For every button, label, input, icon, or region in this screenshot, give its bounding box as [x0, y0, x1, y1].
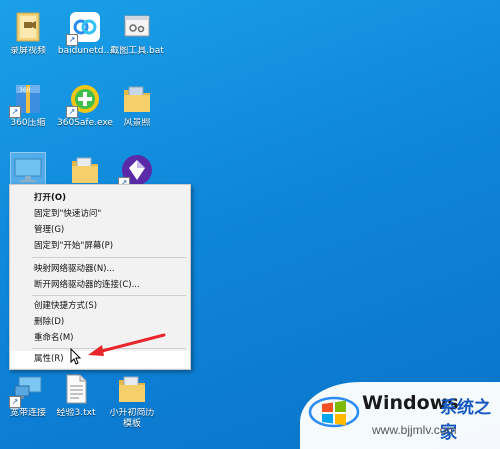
menu-item-open[interactable]: 打开(O) — [10, 190, 190, 207]
windows-logo-icon — [308, 396, 360, 428]
desktop-icon-label: 截图工具.bat — [110, 46, 164, 56]
desktop-icon-screen-recordings[interactable]: 录屏视频 — [0, 10, 56, 57]
folder-icon — [68, 153, 102, 187]
menu-item-pin-quick-access[interactable]: 固定到"快速访问" — [10, 206, 190, 223]
desktop-icon-text-file[interactable]: 经验3.txt — [48, 372, 104, 419]
desktop-icon-label: baidunetd... — [57, 46, 113, 56]
menu-item-manage[interactable]: 管理(G) — [10, 222, 190, 239]
menu-item-delete[interactable]: 删除(D) — [10, 314, 190, 331]
menu-item-pin-start[interactable]: 固定到"开始"屏幕(P) — [10, 238, 190, 255]
watermark-url: www.bjjmlv.com — [372, 423, 457, 437]
desktop-icon-landscape-photos[interactable]: 风景照 — [109, 82, 165, 129]
360-zip-icon: 360 ↗ — [9, 82, 45, 118]
desktop-icon-screenshot-bat[interactable]: 截图工具.bat — [109, 10, 165, 57]
desktop-icon-label: 录屏视频 — [9, 46, 46, 56]
desktop-icon-label: 风景照 — [123, 118, 151, 128]
folder-video-icon — [11, 10, 45, 44]
mouse-cursor-icon — [70, 348, 82, 365]
svg-text:360: 360 — [19, 87, 31, 94]
text-file-icon — [59, 372, 93, 406]
desktop-icon-baidunetdisk[interactable]: ↗ baidunetd... — [57, 10, 113, 57]
folder-icon — [115, 372, 149, 406]
desktop[interactable]: 录屏视频 ↗ baidunetd... 截图工具.bat 360 ↗ 360压缩… — [0, 0, 500, 449]
menu-item-map-network-drive[interactable]: 映射网络驱动器(N)... — [10, 261, 190, 278]
broadband-connection-icon: ↗ — [9, 372, 45, 408]
baidu-netdisk-icon: ↗ — [66, 10, 102, 46]
shortcut-arrow-icon: ↗ — [66, 106, 78, 118]
this-pc-icon — [10, 152, 46, 188]
desktop-icon-label: 360压缩 — [10, 118, 46, 128]
desktop-icon-resume-templates[interactable]: 小升初简历模板 — [104, 372, 160, 430]
desktop-icon-360safe[interactable]: ↗ 360Safe.exe — [57, 82, 113, 129]
menu-separator — [32, 257, 186, 258]
menu-item-disconnect-network-drive[interactable]: 断开网络驱动器的连接(C)... — [10, 277, 190, 294]
desktop-icon-360zip[interactable]: 360 ↗ 360压缩 — [0, 82, 56, 129]
menu-separator — [32, 295, 186, 296]
shortcut-arrow-icon: ↗ — [66, 34, 78, 46]
menu-item-create-shortcut[interactable]: 创建快捷方式(S) — [10, 298, 190, 315]
desktop-icon-label: 360Safe.exe — [57, 118, 113, 128]
360-safe-icon: ↗ — [66, 82, 102, 118]
bat-file-icon — [120, 10, 154, 44]
folder-icon — [120, 82, 154, 116]
desktop-icon-label: 小升初简历模板 — [109, 408, 155, 429]
shortcut-arrow-icon: ↗ — [9, 106, 21, 118]
watermark: Windows 系统之家 www.bjjmlv.com — [300, 382, 500, 449]
app-diamond-icon: ↗ — [118, 153, 154, 189]
desktop-icon-label: 经验3.txt — [56, 408, 96, 418]
red-arrow-icon — [88, 333, 166, 356]
shortcut-arrow-icon: ↗ — [9, 396, 21, 408]
